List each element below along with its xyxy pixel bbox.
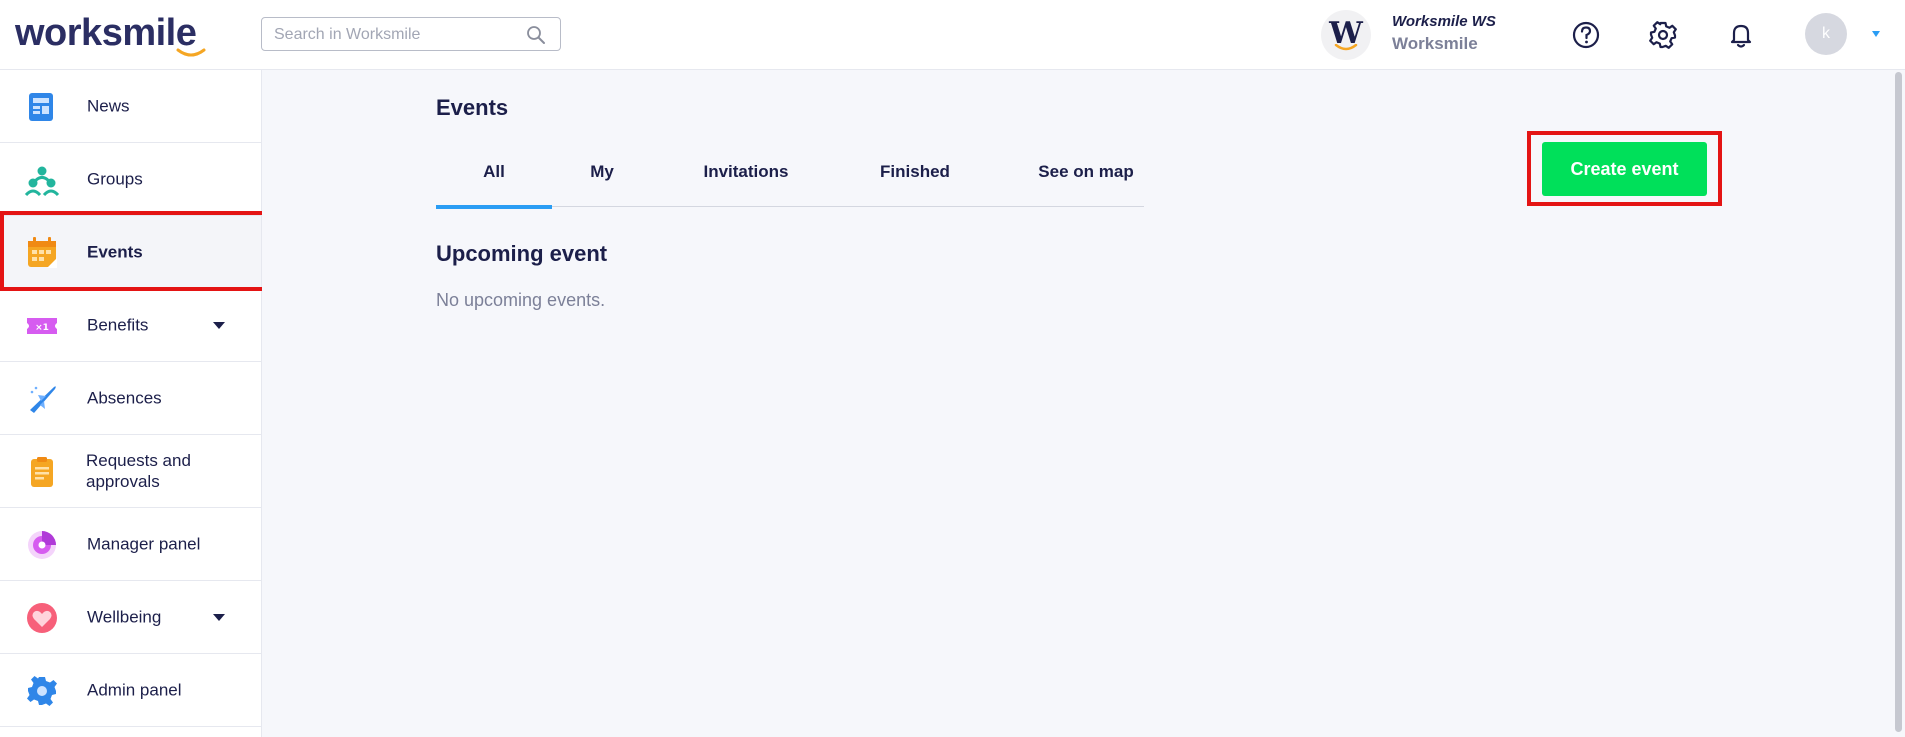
main-scrollbar[interactable]: [1891, 70, 1905, 737]
sidebar-item-wellbeing[interactable]: Wellbeing: [0, 581, 261, 654]
sidebar-item-requests-and-approvals[interactable]: Requests and approvals: [0, 435, 261, 508]
news-icon: [29, 93, 53, 121]
events-icon: [28, 237, 57, 268]
sidebar-item-groups[interactable]: Groups: [0, 143, 261, 216]
search-icon[interactable]: [526, 25, 546, 45]
search-input[interactable]: [274, 24, 514, 46]
sidebar-item-label: Absences: [87, 388, 162, 408]
search-box[interactable]: [261, 17, 561, 51]
tab-finished[interactable]: Finished: [860, 155, 970, 207]
sidebar-item-absences[interactable]: Absences: [0, 362, 261, 435]
help-icon[interactable]: [1571, 20, 1601, 50]
gear-icon[interactable]: [1648, 20, 1678, 50]
top-header: worksmile W Worksmile WS Worksmile k: [0, 0, 1905, 70]
sidebar-item-manager-panel[interactable]: Manager panel: [0, 508, 261, 581]
sidebar-item-label: Requests and approvals: [86, 451, 191, 491]
upcoming-event-heading: Upcoming event: [436, 241, 608, 266]
scrollbar-thumb[interactable]: [1895, 72, 1902, 732]
groups-icon: [24, 166, 60, 197]
empty-state-message: No upcoming events.: [436, 290, 606, 310]
sidebar-item-label: Admin panel: [87, 680, 182, 700]
chevron-down-icon[interactable]: [212, 321, 226, 330]
sidebar-item-benefits[interactable]: ×1 Benefits: [0, 289, 261, 362]
page-title: Events: [436, 95, 509, 120]
chevron-down-icon[interactable]: [212, 613, 226, 622]
create-event-button[interactable]: Create event: [1542, 142, 1707, 196]
sidebar-item-label: News: [87, 96, 130, 116]
logo-smile-icon: [176, 48, 206, 57]
plane-icon: [30, 386, 56, 413]
tab-invitations[interactable]: Invitations: [691, 155, 801, 207]
org-subtitle[interactable]: Worksmile: [1392, 34, 1478, 54]
svg-text:×1: ×1: [35, 323, 49, 333]
tab-all[interactable]: All: [436, 155, 552, 209]
org-logo[interactable]: W: [1321, 10, 1371, 60]
sidebar-item-events[interactable]: Events: [0, 216, 261, 289]
worksmile-logo[interactable]: worksmile: [15, 12, 197, 55]
caret-down-icon[interactable]: [1870, 29, 1882, 39]
sidebar-item-label: Groups: [87, 169, 143, 189]
sidebar-item-news[interactable]: News: [0, 70, 261, 143]
org-logo-smile-icon: [1334, 44, 1358, 51]
benefits-icon: ×1: [27, 318, 57, 334]
org-name[interactable]: Worksmile WS: [1392, 13, 1496, 30]
sidebar-item-admin-panel[interactable]: Admin panel: [0, 654, 261, 727]
sidebar-item-label: Events: [87, 242, 143, 262]
clipboard-icon: [31, 457, 53, 487]
bell-icon[interactable]: [1726, 20, 1756, 50]
tab-my[interactable]: My: [572, 155, 632, 207]
tab-see-on-map[interactable]: See on map: [1030, 155, 1142, 207]
avatar[interactable]: k: [1805, 13, 1847, 55]
admin-gear-icon: [27, 676, 57, 706]
manager-panel-icon: [28, 531, 56, 559]
events-tabs: All My Invitations Finished See on map: [436, 155, 1144, 209]
sidebar-item-label: Manager panel: [87, 534, 201, 554]
sidebar: News Groups Events ×1 Benefits Absences …: [0, 70, 262, 737]
heart-icon: [27, 603, 57, 633]
